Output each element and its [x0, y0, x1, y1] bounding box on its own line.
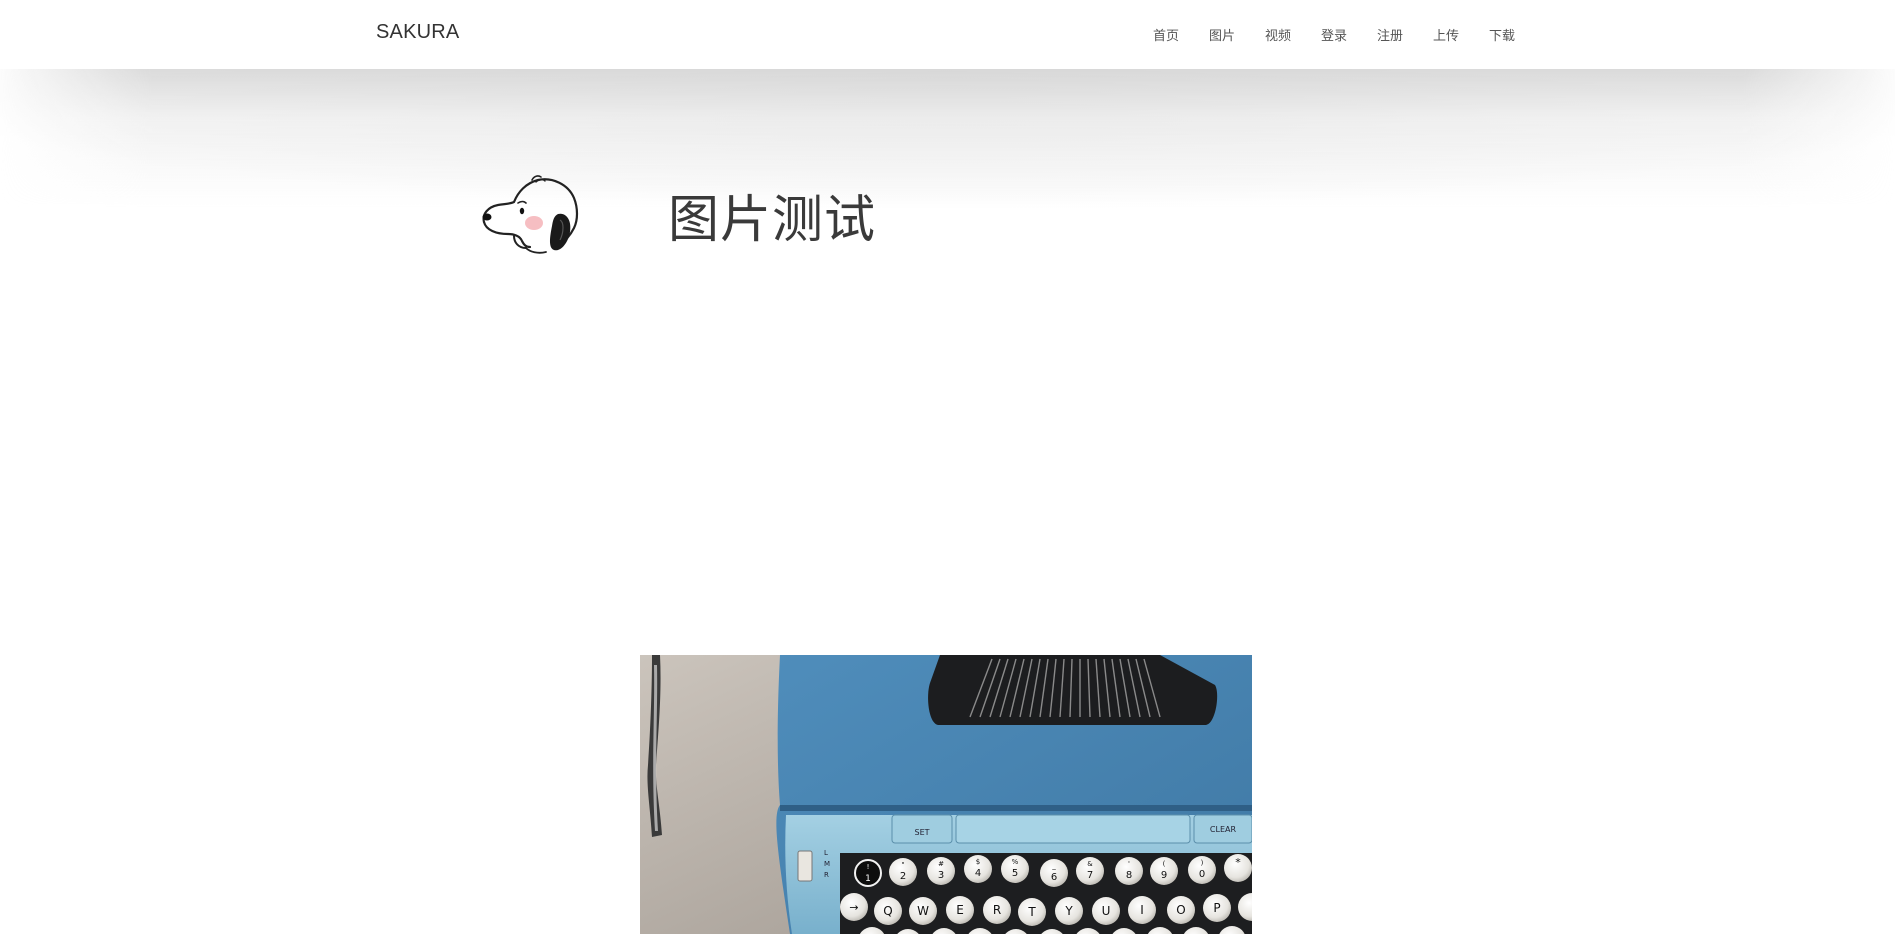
- snoopy-icon: [482, 175, 579, 254]
- nav-item-images[interactable]: 图片: [1209, 25, 1265, 44]
- svg-text:U: U: [1102, 904, 1111, 918]
- nav-item-register[interactable]: 注册: [1377, 25, 1433, 44]
- svg-text:': ': [1128, 860, 1130, 868]
- nav-item-download[interactable]: 下载: [1489, 25, 1545, 44]
- page-title: 图片测试: [668, 191, 877, 250]
- svg-text:!: !: [867, 863, 870, 871]
- svg-text:M: M: [824, 860, 830, 868]
- svg-text:SET: SET: [914, 828, 929, 837]
- svg-text:7: 7: [1087, 870, 1093, 881]
- svg-text:L: L: [824, 849, 828, 857]
- svg-text:6: 6: [1051, 872, 1057, 883]
- nav-item-videos[interactable]: 视频: [1265, 25, 1321, 44]
- svg-text:&: &: [1087, 860, 1093, 868]
- svg-text:O: O: [1176, 903, 1185, 917]
- typewriter-image: SET CLEAR L M R ! 1 " 2 # 3 $ 4 % 5 _ 6 …: [640, 655, 1252, 934]
- svg-text:3: 3: [938, 870, 944, 881]
- svg-text:W: W: [917, 904, 929, 918]
- svg-text:E: E: [956, 903, 964, 917]
- svg-text:T: T: [1027, 905, 1036, 919]
- svg-text:": ": [901, 861, 904, 869]
- svg-text:_: _: [1051, 862, 1056, 870]
- svg-text:8: 8: [1126, 870, 1132, 881]
- svg-text:I: I: [1140, 903, 1144, 917]
- nav-item-login[interactable]: 登录: [1321, 25, 1377, 44]
- hero-banner: [0, 69, 1895, 209]
- svg-text:→: →: [849, 901, 858, 914]
- nav-item-upload[interactable]: 上传: [1433, 25, 1489, 44]
- svg-text:): ): [1201, 859, 1204, 867]
- typewriter-illustration: SET CLEAR L M R ! 1 " 2 # 3 $ 4 % 5 _ 6 …: [640, 655, 1252, 934]
- svg-text:#: #: [938, 860, 944, 868]
- svg-text:9: 9: [1161, 870, 1167, 881]
- svg-text:*: *: [1235, 856, 1241, 869]
- svg-text:0: 0: [1199, 869, 1205, 880]
- svg-text:$: $: [976, 858, 980, 866]
- svg-text:R: R: [824, 871, 829, 879]
- svg-text:Q: Q: [883, 904, 892, 918]
- brand-logo[interactable]: SAKURA: [376, 21, 459, 44]
- svg-text:4: 4: [975, 868, 981, 879]
- svg-text:%: %: [1012, 858, 1019, 866]
- nav-item-home[interactable]: 首页: [1153, 25, 1209, 44]
- svg-text:2: 2: [900, 871, 906, 882]
- svg-text:R: R: [993, 903, 1001, 917]
- main-nav: 首页 图片 视频 登录 注册 上传 下载: [1153, 25, 1545, 44]
- navbar: SAKURA 首页 图片 视频 登录 注册 上传 下载: [0, 0, 1895, 69]
- tab-bar: [955, 814, 1191, 844]
- page: SAKURA 首页 图片 视频 登录 注册 上传 下载 图片测试 SET CLE…: [0, 0, 1895, 934]
- svg-text:1: 1: [865, 874, 871, 884]
- svg-text:Y: Y: [1064, 904, 1073, 918]
- svg-text:(: (: [1163, 860, 1166, 868]
- svg-text:5: 5: [1012, 868, 1018, 879]
- svg-text:P: P: [1213, 901, 1220, 915]
- svg-text:CLEAR: CLEAR: [1210, 825, 1237, 834]
